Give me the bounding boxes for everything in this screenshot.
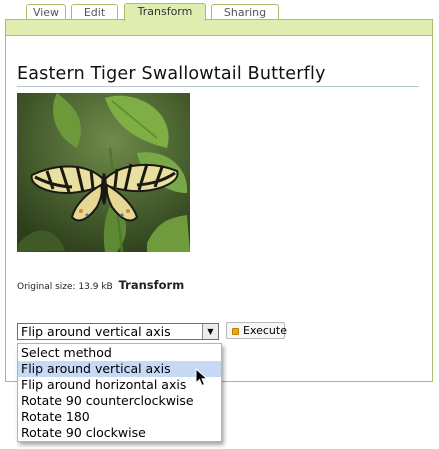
butterfly-photo xyxy=(17,93,190,252)
execute-label: Execute xyxy=(243,324,287,337)
transform-method-select[interactable]: Flip around vertical axis ▼ xyxy=(17,323,219,340)
chevron-down-icon[interactable]: ▼ xyxy=(202,324,218,339)
dropdown-option[interactable]: Rotate 90 counterclockwise xyxy=(18,393,221,409)
original-size-text: Original size: 13.9 kB xyxy=(17,282,113,292)
dropdown-option[interactable]: Flip around horizontal axis xyxy=(18,377,221,393)
tab-edit[interactable]: Edit xyxy=(71,4,118,20)
mouse-pointer-icon xyxy=(195,368,209,387)
tab-transform[interactable]: Transform xyxy=(124,3,206,21)
tab-strip: View Edit Transform Sharing xyxy=(0,0,439,21)
original-size-line: Original size: 13.9 kB Transform xyxy=(17,278,184,292)
execute-button[interactable]: Execute xyxy=(226,322,287,339)
dropdown-option[interactable]: Flip around vertical axis xyxy=(18,361,221,377)
dropdown-option[interactable]: Rotate 90 clockwise xyxy=(18,425,221,441)
select-value: Flip around vertical axis xyxy=(21,324,171,339)
page-title: Eastern Tiger Swallowtail Butterfly xyxy=(17,64,419,87)
section-heading: Transform xyxy=(118,278,185,292)
dropdown-option[interactable]: Select method xyxy=(18,345,221,361)
execute-icon xyxy=(232,327,239,335)
tab-panel-header xyxy=(5,19,433,36)
method-dropdown-list: Select method Flip around vertical axis … xyxy=(17,343,222,442)
dropdown-option[interactable]: Rotate 180 xyxy=(18,409,221,425)
tab-sharing[interactable]: Sharing xyxy=(211,4,279,20)
tab-view[interactable]: View xyxy=(26,4,66,20)
